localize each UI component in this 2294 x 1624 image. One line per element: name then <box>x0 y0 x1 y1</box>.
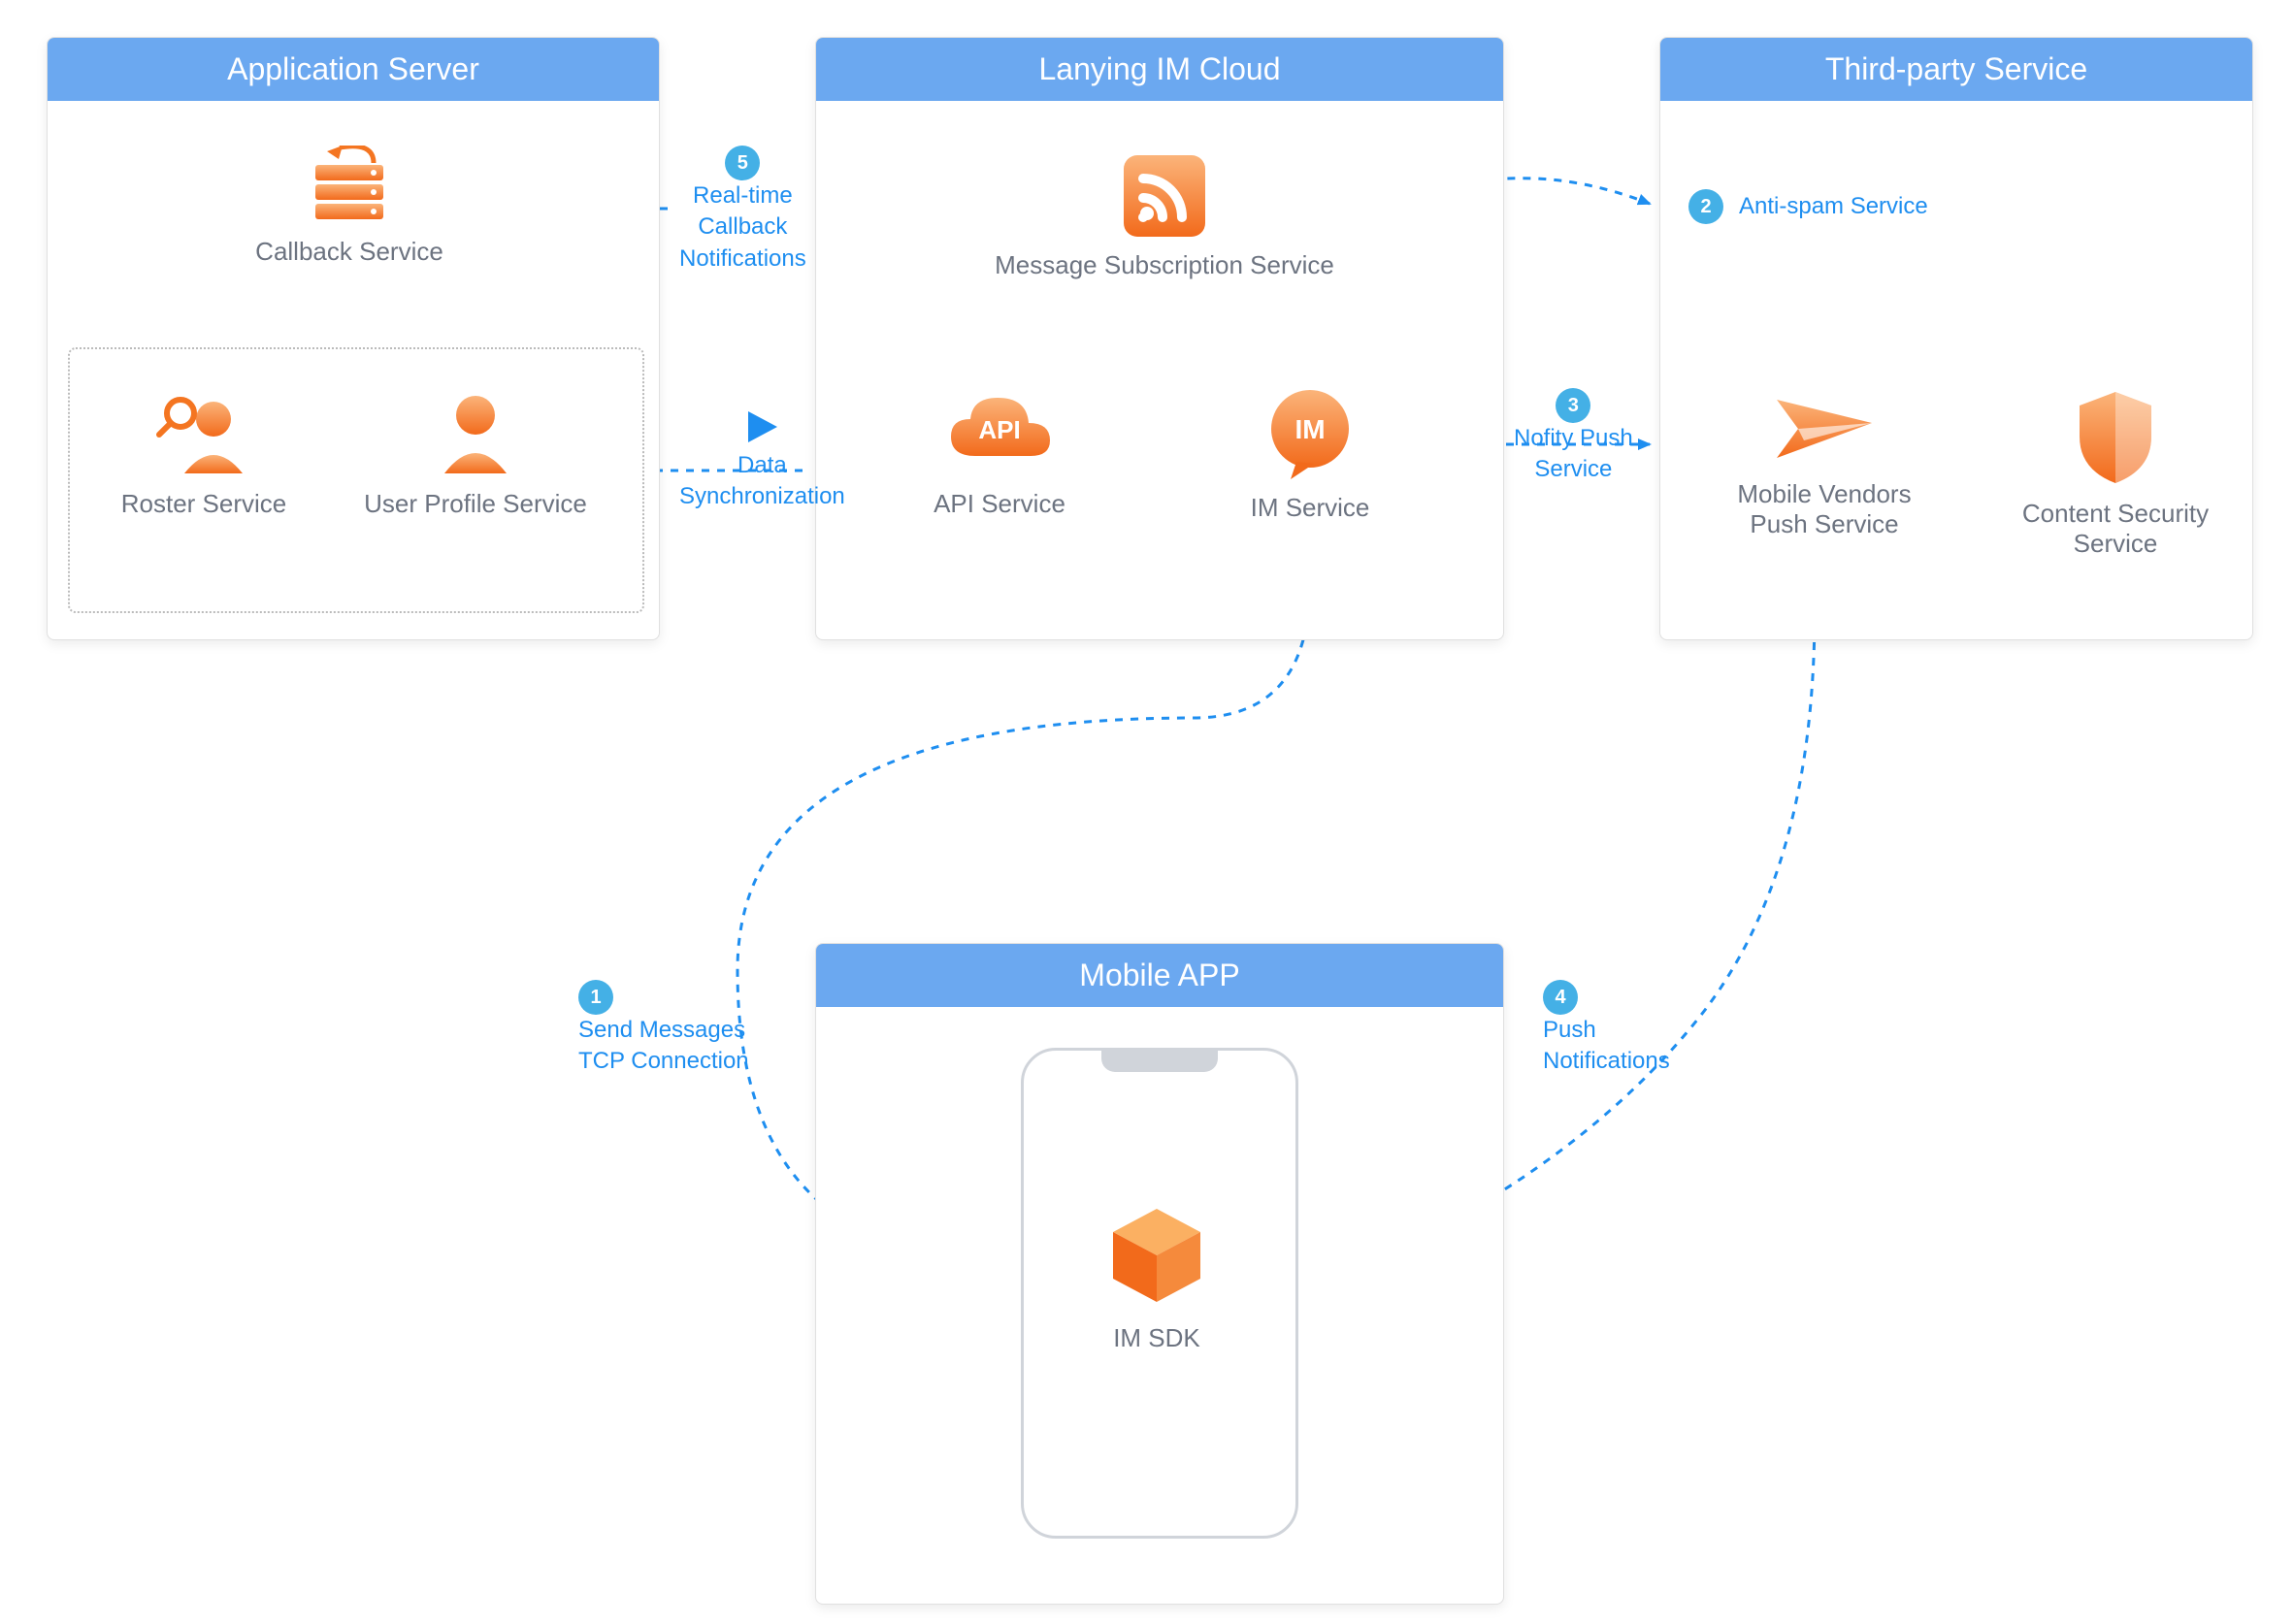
step-badge: 1 <box>578 980 613 1015</box>
step-badge: 5 <box>725 146 760 180</box>
step-text: Data Synchronization <box>679 452 845 509</box>
panel-title: Third-party Service <box>1660 38 2252 101</box>
label: IM Service <box>1194 493 1426 523</box>
service-im-sdk: IM SDK <box>1079 1203 1234 1353</box>
panel-title: Lanying IM Cloud <box>816 38 1503 101</box>
step-badge: 4 <box>1543 980 1578 1015</box>
panel-title: Application Server <box>48 38 659 101</box>
service-message-subscription: Message Subscription Service <box>990 155 1339 280</box>
label: IM SDK <box>1079 1323 1234 1353</box>
label: Roster Service <box>92 489 315 519</box>
label: User Profile Service <box>330 489 621 519</box>
step-text: Push Notifications <box>1543 1017 1670 1074</box>
shield-icon <box>2072 388 2159 485</box>
step-2: 2 Anti-spam Service <box>1688 189 1928 224</box>
service-callback: Callback Service <box>223 146 475 267</box>
svg-text:API: API <box>978 415 1020 444</box>
step-5: 5 Real-time Callback Notifications <box>679 146 806 275</box>
step-badge: 3 <box>1556 388 1590 423</box>
service-roster: Roster Service <box>92 388 315 519</box>
user-search-icon <box>155 388 252 475</box>
label: Callback Service <box>223 237 475 267</box>
cube-icon <box>1103 1203 1210 1310</box>
cloud-api-icon: API <box>941 388 1058 475</box>
user-icon <box>437 388 514 475</box>
step-badge: 2 <box>1688 189 1723 224</box>
phone-notch-icon <box>1101 1051 1218 1072</box>
paper-plane-icon <box>1771 388 1878 466</box>
play-icon <box>742 407 781 446</box>
service-api: API API Service <box>873 388 1126 519</box>
service-im: IM IM Service <box>1194 388 1426 523</box>
service-user-profile: User Profile Service <box>330 388 621 519</box>
label: API Service <box>873 489 1126 519</box>
chat-bubble-icon: IM <box>1262 388 1359 479</box>
step-text: Anti-spam Service <box>1739 191 1928 222</box>
step-1: 1 Send Messages TCP Connection <box>578 980 749 1078</box>
step-sync: Data Synchronization <box>679 407 845 513</box>
rss-icon <box>1124 155 1205 237</box>
step-3: 3 Nofity Push Service <box>1514 388 1633 486</box>
step-text: Nofity Push Service <box>1514 425 1633 482</box>
service-push-vendors: Mobile Vendors Push Service <box>1688 388 1960 539</box>
label: Content Security Service <box>1999 499 2232 559</box>
step-text: Real-time Callback Notifications <box>679 182 806 272</box>
panel-title: Mobile APP <box>816 944 1503 1007</box>
step-4: 4 Push Notifications <box>1543 980 1670 1078</box>
panel-im-cloud: Lanying IM Cloud <box>815 37 1504 640</box>
step-text: Send Messages TCP Connection <box>578 1017 749 1074</box>
server-stack-icon <box>306 146 393 223</box>
label: Mobile Vendors Push Service <box>1688 479 1960 539</box>
service-content-security: Content Security Service <box>1999 388 2232 559</box>
label: Message Subscription Service <box>990 250 1339 280</box>
svg-text:IM: IM <box>1294 414 1325 444</box>
